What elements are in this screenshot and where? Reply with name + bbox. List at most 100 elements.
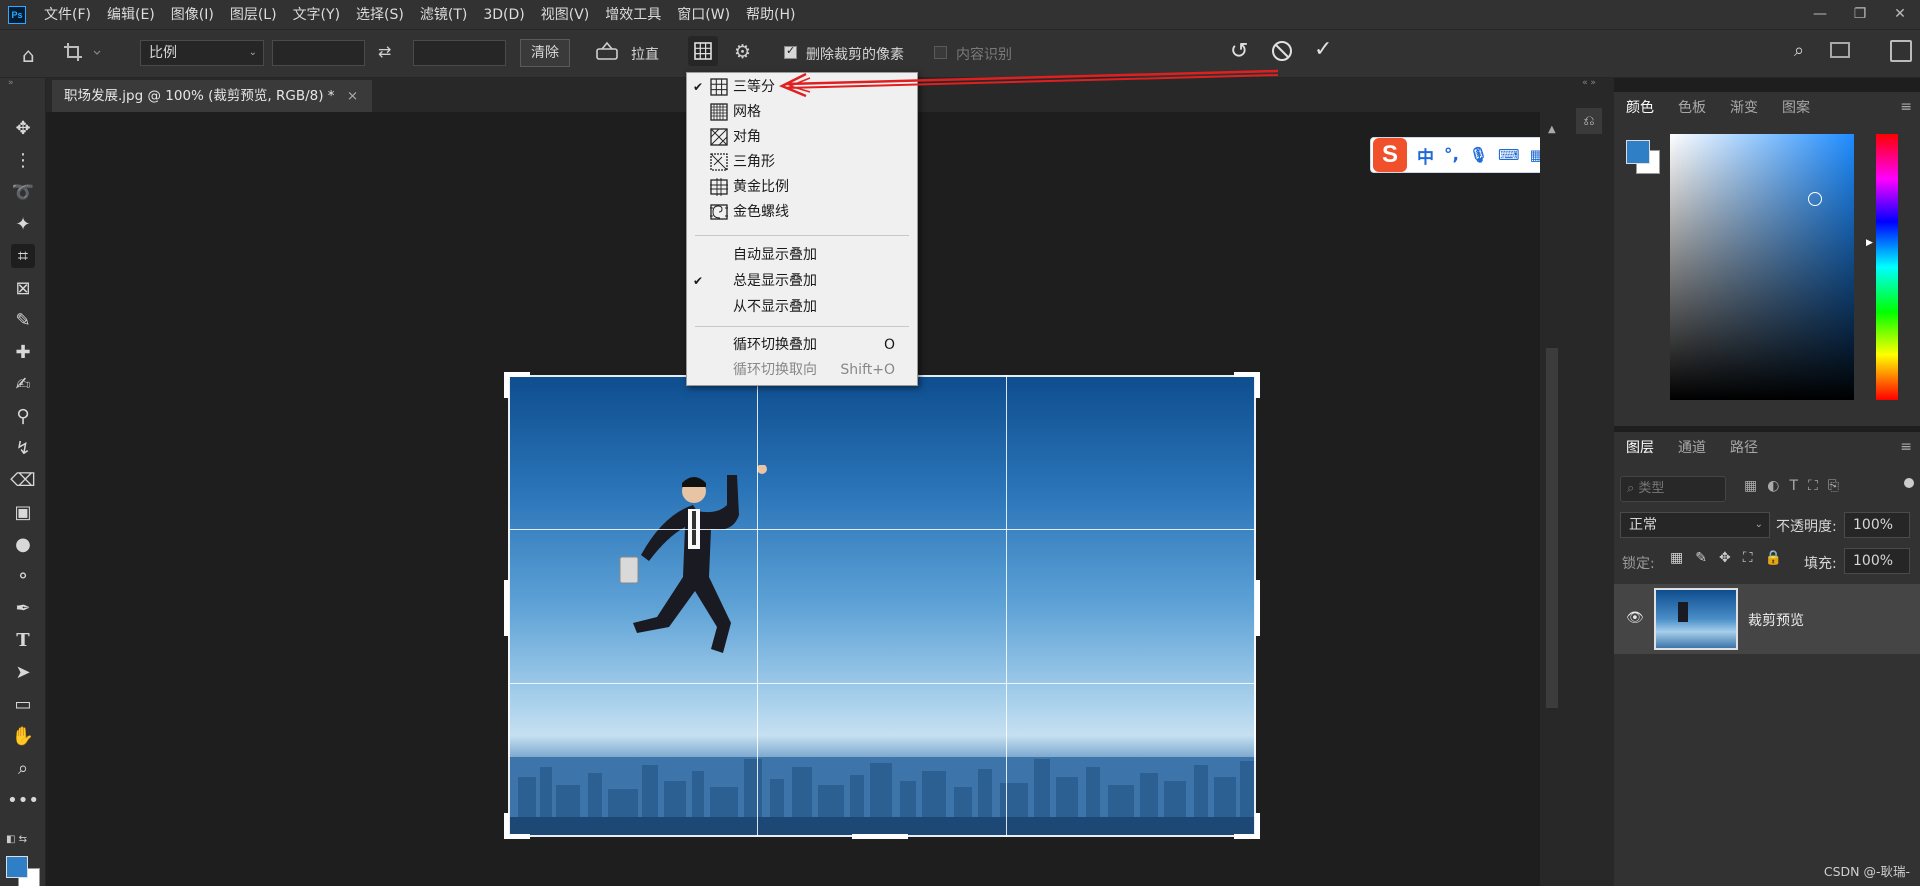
menu-item[interactable]: 图像(I): [163, 0, 222, 30]
crop-handle-tl-v[interactable]: [504, 372, 509, 398]
menu-item-auto-show-overlay[interactable]: 自动显示叠加: [687, 243, 917, 267]
scrollbar-thumb[interactable]: [1546, 348, 1558, 708]
document-tab[interactable]: 职场发展.jpg @ 100% (裁剪预览, RGB/8) * ×: [52, 80, 373, 112]
collapse-arrows-icon[interactable]: »: [8, 78, 14, 88]
tab-gradients[interactable]: 渐变: [1718, 97, 1770, 117]
tab-paths[interactable]: 路径: [1718, 437, 1770, 457]
menu-item[interactable]: 文字(Y): [285, 0, 348, 30]
marquee-tool-icon[interactable]: ⋮: [11, 148, 35, 172]
menu-item[interactable]: 窗口(W): [669, 0, 738, 30]
crop-handle-right[interactable]: [1255, 580, 1260, 636]
move-tool-icon[interactable]: ✥: [11, 116, 35, 140]
close-tab-icon[interactable]: ×: [347, 88, 358, 104]
menu-item[interactable]: 文件(F): [36, 0, 99, 30]
restore-icon[interactable]: ❐: [1840, 0, 1880, 28]
frame-tool-icon[interactable]: ⊠: [11, 276, 35, 300]
blend-mode-select[interactable]: 正常 ⌄: [1620, 512, 1770, 538]
crop-handle-br-v[interactable]: [1255, 813, 1260, 839]
overlay-options-button[interactable]: [688, 36, 718, 66]
tab-patterns[interactable]: 图案: [1770, 97, 1822, 117]
tab-color[interactable]: 颜色: [1614, 97, 1666, 117]
crop-handle-left[interactable]: [504, 580, 509, 636]
straighten-icon[interactable]: [594, 40, 620, 64]
menu-item-grid[interactable]: 网格: [687, 100, 917, 124]
ratio-width-input[interactable]: [272, 40, 365, 66]
panel-menu-icon[interactable]: ≡: [1900, 439, 1912, 455]
panel-menu-icon[interactable]: ≡: [1900, 99, 1912, 115]
straighten-label[interactable]: 拉直: [631, 44, 659, 64]
menu-item[interactable]: 增效工具: [597, 0, 669, 30]
tab-layers[interactable]: 图层: [1614, 437, 1666, 457]
crop-tool-icon[interactable]: ⌗: [11, 244, 35, 268]
eraser-tool-icon[interactable]: ⌫: [10, 468, 35, 492]
hue-slider[interactable]: [1876, 134, 1898, 400]
menu-item-cycle-overlay[interactable]: 循环切换叠加 O: [687, 333, 917, 357]
menu-item[interactable]: 滤镜(T): [412, 0, 475, 30]
crop-handle-bl-v[interactable]: [504, 813, 509, 839]
history-panel-icon[interactable]: ⎌: [1576, 108, 1602, 134]
share-icon[interactable]: [1890, 40, 1912, 62]
more-tools-icon[interactable]: •••: [7, 788, 39, 812]
delete-cropped-checkbox[interactable]: [784, 44, 797, 60]
gear-icon[interactable]: ⚙: [734, 41, 751, 63]
fill-input[interactable]: 100%: [1844, 548, 1910, 574]
workspace-icon[interactable]: [1830, 42, 1850, 58]
clone-stamp-tool-icon[interactable]: ⚲: [11, 404, 35, 428]
crop-preview-image[interactable]: [508, 375, 1256, 837]
eyedropper-tool-icon[interactable]: ✎: [11, 308, 35, 332]
blur-tool-icon[interactable]: ●: [11, 532, 35, 556]
opacity-input[interactable]: 100%: [1844, 512, 1910, 538]
visibility-eye-icon[interactable]: 👁: [1626, 610, 1644, 626]
menu-item[interactable]: 帮助(H): [738, 0, 803, 30]
microphone-icon[interactable]: 🎙: [1469, 146, 1488, 164]
crop-handle-bottom[interactable]: [852, 834, 908, 839]
tab-swatches[interactable]: 色板: [1666, 97, 1718, 117]
menu-item-diagonal[interactable]: 对角: [687, 125, 917, 149]
layer-filter-select[interactable]: ⌕ 类型: [1620, 476, 1726, 502]
keyboard-icon[interactable]: ⌨: [1498, 146, 1520, 164]
vertical-scrollbar[interactable]: ▲: [1540, 112, 1564, 886]
layer-row[interactable]: 👁 裁剪预览: [1614, 584, 1920, 654]
dodge-tool-icon[interactable]: ⚬: [11, 564, 35, 588]
ratio-height-input[interactable]: [413, 40, 506, 66]
lock-icons[interactable]: ▦✎✥⛶🔒: [1670, 550, 1794, 566]
gradient-tool-icon[interactable]: ▣: [11, 500, 35, 524]
menu-item-golden-spiral[interactable]: 金色螺线: [687, 200, 917, 224]
healing-brush-tool-icon[interactable]: ✚: [11, 340, 35, 364]
crop-border[interactable]: [508, 375, 1256, 837]
path-selection-tool-icon[interactable]: ➤: [11, 660, 35, 684]
brush-tool-icon[interactable]: ✍: [11, 372, 35, 396]
menu-item[interactable]: 编辑(E): [99, 0, 163, 30]
close-icon[interactable]: ✕: [1880, 0, 1920, 28]
foreground-color-swatch[interactable]: [1626, 140, 1650, 164]
ime-chinese-toggle[interactable]: 中: [1417, 143, 1434, 168]
home-icon[interactable]: ⌂: [22, 43, 35, 67]
minimize-icon[interactable]: —: [1800, 0, 1840, 28]
menu-item[interactable]: 图层(L): [222, 0, 285, 30]
zoom-tool-icon[interactable]: ⌕: [11, 756, 35, 780]
default-colors-icon[interactable]: ◧ ⇆: [6, 834, 27, 845]
content-aware-checkbox[interactable]: [934, 45, 947, 60]
menu-item-golden-ratio[interactable]: 黄金比例: [687, 175, 917, 199]
clear-button[interactable]: 清除: [520, 39, 570, 67]
menu-item-triangle[interactable]: 三角形: [687, 150, 917, 174]
type-tool-icon[interactable]: T: [11, 628, 35, 652]
crop-preset-picker[interactable]: [60, 39, 104, 67]
layer-name[interactable]: 裁剪预览: [1748, 610, 1804, 630]
magic-wand-tool-icon[interactable]: ✦: [11, 212, 35, 236]
commit-check-icon[interactable]: ✓: [1314, 37, 1332, 62]
color-picker-cursor[interactable]: [1808, 192, 1822, 206]
layer-filter-icons[interactable]: ▦◐T⛶⎘: [1744, 478, 1849, 494]
crop-handle-tr-v[interactable]: [1255, 372, 1260, 398]
lasso-tool-icon[interactable]: ➰: [11, 180, 35, 204]
hand-tool-icon[interactable]: ✋: [11, 724, 35, 748]
menu-item-always-show-overlay[interactable]: ✔ 总是显示叠加: [687, 269, 917, 293]
hue-slider-marker-icon[interactable]: ▶: [1866, 238, 1873, 248]
pen-tool-icon[interactable]: ✒: [11, 596, 35, 620]
menu-item[interactable]: 视图(V): [533, 0, 598, 30]
swap-icon[interactable]: ⇄: [378, 42, 391, 61]
collapse-arrows-icon[interactable]: « »: [1564, 78, 1614, 98]
ratio-select[interactable]: 比例 ⌄: [140, 40, 264, 66]
history-brush-tool-icon[interactable]: ↯: [11, 436, 35, 460]
search-icon[interactable]: ⌕: [1794, 40, 1804, 61]
